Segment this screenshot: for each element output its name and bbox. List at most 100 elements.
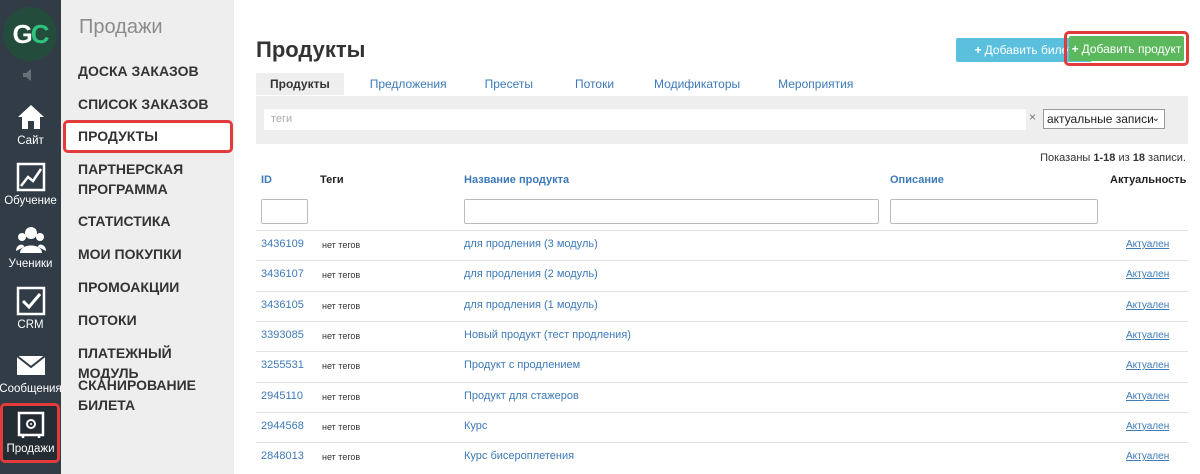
rail-item-students[interactable]: Ученики (0, 225, 61, 270)
product-status-link[interactable]: Актуален (1126, 421, 1169, 432)
name-filter-field[interactable] (464, 199, 879, 224)
product-tags: нет тегов (322, 452, 361, 463)
submenu-item-order-board[interactable]: ДОСКА ЗАКАЗОВ (78, 61, 199, 81)
product-name-link[interactable]: Курс бисероплетения (464, 450, 574, 462)
product-tags: нет тегов (322, 391, 361, 402)
tab-streams[interactable]: Потоки (561, 73, 628, 95)
rail-item-label: Ученики (8, 258, 53, 270)
users-icon (15, 227, 46, 253)
table-row: 3436105 нет тегов для продления (1 модуль)… (256, 290, 1188, 321)
tab-modifiers[interactable]: Модификаторы (640, 73, 754, 95)
table-row: 2945110 нет тегов Продукт для стажеров Акту… (256, 381, 1188, 412)
product-id-link[interactable]: 3436109 (261, 238, 304, 250)
product-name-link[interactable]: для продления (1 модуль) (464, 299, 598, 311)
add-ticket-label: Добавить билет (984, 43, 1074, 57)
submenu-item-ticket-scan[interactable]: СКАНИРОВАНИЕ БИЛЕТА (78, 375, 218, 415)
product-id-link[interactable]: 3436105 (261, 299, 304, 311)
column-header-description[interactable]: Описание (890, 174, 944, 186)
relevance-select[interactable]: актуальные записи ⌄ (1043, 109, 1165, 129)
checkbox-icon (16, 286, 45, 316)
icon-rail: GC Сайт Обучение Ученики CRM Сообщения П… (0, 0, 62, 474)
product-name-link[interactable]: для продления (2 модуль) (464, 268, 598, 280)
product-id-link[interactable]: 3393085 (261, 329, 304, 341)
table-row: 2848013 нет тегов Курс бисероплетения Актуа… (256, 442, 1188, 472)
rail-item-label: Сайт (17, 135, 44, 147)
product-status-link[interactable]: Актуален (1126, 239, 1169, 250)
submenu-item-products[interactable]: ПРОДУКТЫ (78, 126, 158, 146)
product-name-link[interactable]: Новый продукт (тест продления) (464, 329, 631, 341)
product-status-link[interactable]: Актуален (1126, 330, 1169, 341)
logo[interactable]: GC (3, 7, 57, 61)
product-status-link[interactable]: Актуален (1126, 391, 1169, 402)
column-header-id[interactable]: ID (261, 174, 272, 186)
table-row: 3255531 нет тегов Продукт с продлением Акту… (256, 351, 1188, 381)
description-filter-field[interactable] (890, 199, 1098, 224)
submenu: Продажи ДОСКА ЗАКАЗОВ СПИСОК ЗАКАЗОВ ПРО… (61, 0, 234, 474)
product-id-link[interactable]: 3436107 (261, 268, 304, 280)
filter-bar: теги × актуальные записи ⌄ (256, 96, 1188, 144)
rail-item-messages[interactable]: Сообщения (0, 350, 62, 395)
product-status-link[interactable]: Актуален (1126, 451, 1169, 462)
product-tags: нет тегов (322, 270, 361, 281)
product-name-link[interactable]: для продления (3 модуль) (464, 238, 598, 250)
product-tags: нет тегов (322, 421, 361, 432)
submenu-item-promotions[interactable]: ПРОМОАКЦИИ (78, 277, 179, 297)
submenu-item-streams[interactable]: ПОТОКИ (78, 310, 137, 330)
clear-icon[interactable]: × (1029, 110, 1036, 124)
table-row: 2944568 нет тегов Курс Актуален (256, 411, 1188, 442)
mail-icon (15, 355, 46, 375)
rail-item-label: Сообщения (0, 383, 62, 395)
rail-item-sales[interactable]: Продажи (0, 410, 61, 455)
submenu-item-statistics[interactable]: СТАТИСТИКА (78, 211, 171, 231)
product-name-link[interactable]: Курс (464, 420, 487, 432)
speaker-icon[interactable] (22, 68, 38, 82)
records-summary: Показаны 1-18 из 18 записи. (1040, 152, 1186, 164)
plus-icon: + (974, 43, 982, 57)
rail-item-learning[interactable]: Обучение (0, 162, 61, 207)
product-id-link[interactable]: 2945110 (261, 390, 303, 402)
add-product-label: Добавить продукт (1081, 41, 1182, 56)
submenu-title: Продажи (79, 16, 163, 38)
product-name-link[interactable]: Продукт для стажеров (464, 390, 579, 402)
column-header-tags: Теги (320, 174, 344, 186)
rail-item-crm[interactable]: CRM (0, 286, 61, 331)
submenu-item-order-list[interactable]: СПИСОК ЗАКАЗОВ (78, 94, 208, 114)
product-name-link[interactable]: Продукт с продлением (464, 359, 580, 371)
column-header-name[interactable]: Название продукта (464, 174, 569, 186)
relevance-select-value: актуальные записи (1047, 112, 1154, 126)
plus-icon: + (1071, 41, 1079, 56)
tabs: Продукты Предложения Пресеты Потоки Моди… (256, 73, 877, 95)
product-tags: нет тегов (322, 240, 361, 250)
product-status-link[interactable]: Актуален (1126, 300, 1169, 311)
page-title: Продукты (256, 37, 366, 62)
tab-events[interactable]: Мероприятия (764, 73, 867, 95)
rail-item-label: Обучение (4, 195, 57, 207)
submenu-item-partner-program[interactable]: ПАРТНЕРСКАЯ ПРОГРАММА (78, 159, 218, 199)
chart-icon (16, 162, 45, 192)
tab-products[interactable]: Продукты (256, 73, 344, 95)
rail-item-site[interactable]: Сайт (0, 102, 61, 147)
rail-item-label: Продажи (6, 443, 55, 455)
table-row: 3436107 нет тегов для продления (2 модуль)… (256, 260, 1188, 290)
product-id-link[interactable]: 2944568 (261, 420, 304, 432)
records-range: 1-18 (1093, 152, 1116, 164)
records-middle: из (1115, 152, 1133, 164)
tab-presets[interactable]: Пресеты (471, 73, 547, 95)
product-status-link[interactable]: Актуален (1126, 360, 1169, 371)
chevron-down-icon: ⌄ (1151, 113, 1160, 124)
product-id-link[interactable]: 2848013 (261, 450, 304, 462)
product-status-link[interactable]: Актуален (1126, 269, 1169, 280)
tab-offers[interactable]: Предложения (356, 73, 461, 95)
records-prefix: Показаны (1040, 152, 1094, 164)
app: GC Сайт Обучение Ученики CRM Сообщения П… (0, 0, 1200, 474)
submenu-item-my-purchases[interactable]: МОИ ПОКУПКИ (78, 244, 182, 264)
add-product-button[interactable]: + Добавить продукт (1069, 36, 1184, 61)
tags-filter-input[interactable]: теги (264, 109, 1026, 130)
records-total: 18 (1132, 152, 1145, 164)
product-id-link[interactable]: 3255531 (261, 359, 304, 371)
table-row: 3436109 нет тегов для продления (3 модуль)… (256, 230, 1188, 260)
id-filter-field[interactable] (261, 199, 308, 224)
column-header-status: Актуальность (1110, 174, 1187, 186)
main-content: Продукты + Добавить билет + Добавить про… (234, 0, 1200, 474)
product-tags: нет тегов (322, 330, 361, 341)
